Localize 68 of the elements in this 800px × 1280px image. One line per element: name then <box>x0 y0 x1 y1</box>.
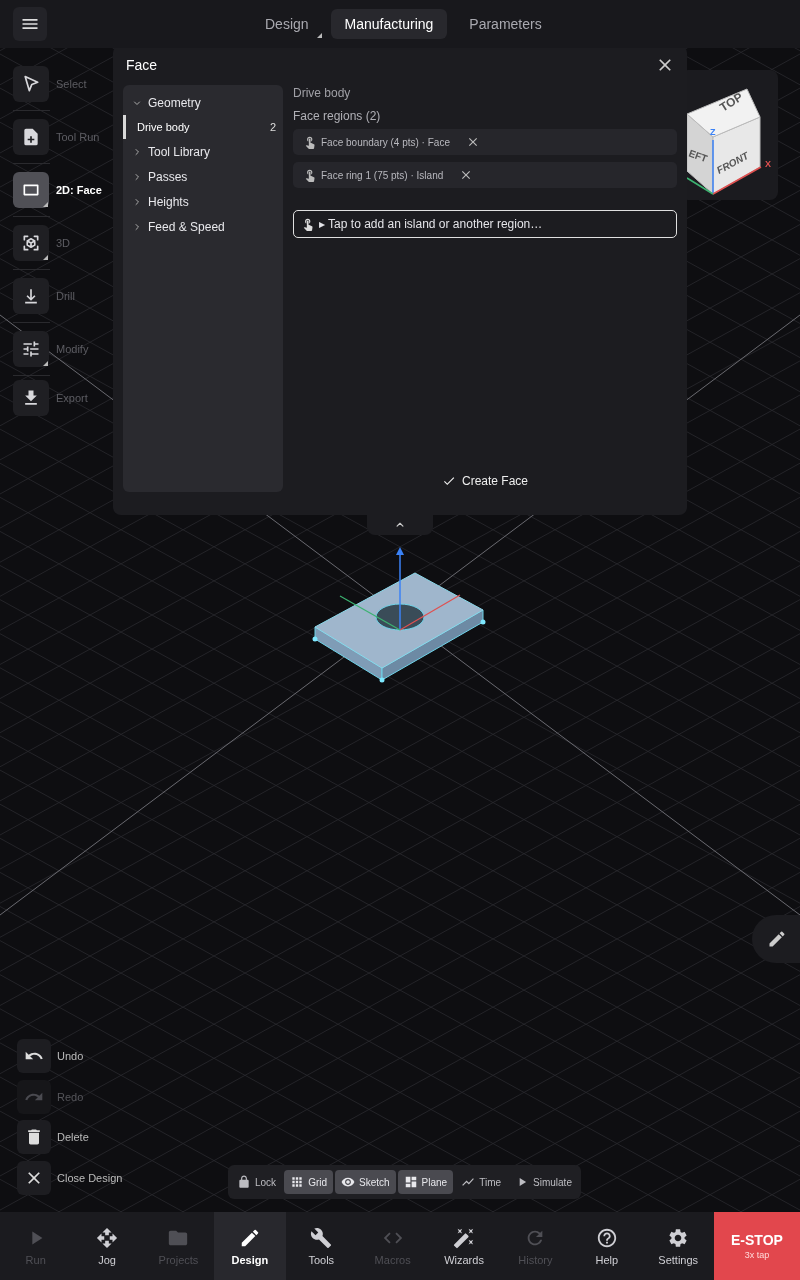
toolbar-button[interactable]: Time <box>455 1170 508 1194</box>
tool-label: 2D: Face <box>56 184 102 196</box>
tool-button[interactable] <box>13 66 49 102</box>
touch-icon <box>303 168 317 182</box>
region-input-field[interactable]: ▸ Tap to add an island or another region… <box>293 210 677 238</box>
tool-label: Select <box>56 78 87 90</box>
touch-icon <box>301 217 315 231</box>
pencil-icon <box>767 929 787 949</box>
menu-button[interactable] <box>13 7 47 41</box>
body-name: Drive body <box>293 86 352 100</box>
tree-item[interactable]: Drive body 2 <box>123 115 283 139</box>
tool-label: Drill <box>56 290 75 302</box>
tool-label: Export <box>56 392 88 404</box>
emergency-stop-button[interactable]: E-STOP 3x tap <box>713 1212 800 1280</box>
tool-label: Tool Run <box>56 131 100 143</box>
tab[interactable]: Design <box>251 9 323 39</box>
move-arrows-icon <box>96 1226 119 1249</box>
lock-icon <box>237 1175 251 1189</box>
toolbar-button[interactable]: Grid <box>284 1170 334 1194</box>
tab[interactable]: Manufacturing <box>330 9 448 39</box>
tool-button[interactable] <box>13 331 49 367</box>
tool-label: 3D <box>56 237 71 249</box>
create-face-button[interactable]: Create Face <box>434 470 536 492</box>
action-button[interactable]: Close Design <box>17 1160 123 1195</box>
help-icon <box>595 1226 618 1249</box>
settings-icon <box>667 1226 690 1249</box>
dialog-title: Face <box>126 57 158 73</box>
cube-icon <box>21 233 41 253</box>
cursor-icon <box>21 74 41 94</box>
nav-item[interactable]: Help <box>571 1212 643 1280</box>
toolbar-button[interactable]: Sketch <box>335 1170 396 1194</box>
tree-item[interactable]: Feed & Speed <box>123 214 283 239</box>
toolbar-button[interactable]: Lock <box>231 1170 283 1194</box>
toolbar-button[interactable]: Simulate <box>509 1170 578 1194</box>
sliders-icon <box>21 339 41 359</box>
edit-button[interactable] <box>752 915 800 963</box>
nav-item[interactable]: Tools <box>285 1212 357 1280</box>
toolbar-button[interactable]: Plane <box>397 1170 454 1194</box>
section-heading: Face regions (2) <box>293 109 382 123</box>
tab[interactable]: Parameters <box>455 9 556 39</box>
layout-icon <box>403 1175 418 1189</box>
magic-wand-icon <box>453 1226 476 1249</box>
nav-item[interactable]: Jog <box>71 1212 143 1280</box>
tree-item[interactable]: Geometry <box>123 90 283 115</box>
nav-item[interactable]: Settings <box>642 1212 714 1280</box>
tool-button[interactable] <box>13 119 49 155</box>
count: 2 <box>269 121 276 133</box>
tree-item[interactable]: Tool Library <box>123 139 283 164</box>
tool-button[interactable] <box>13 380 49 416</box>
nav-item[interactable]: Design <box>214 1212 286 1280</box>
tool-button[interactable] <box>13 172 49 208</box>
tree-item-label: Drive body <box>137 121 190 133</box>
eye-icon <box>341 1175 356 1189</box>
tool-button[interactable] <box>13 278 49 314</box>
tool-button[interactable] <box>13 225 49 261</box>
region-label: Face ring 1 (75 pts) · Island <box>321 169 444 181</box>
touch-icon <box>303 135 317 149</box>
action-button[interactable]: Undo <box>17 1039 123 1073</box>
check-icon <box>442 474 456 488</box>
action-button[interactable]: Delete <box>17 1120 123 1154</box>
wrench-icon <box>310 1226 333 1249</box>
nav-item[interactable]: Wizards <box>428 1212 500 1280</box>
tree-item[interactable]: Heights <box>123 189 283 214</box>
region-label: Face boundary (4 pts) · Face <box>321 136 450 148</box>
tool-label: Modify <box>56 343 89 355</box>
tree-item[interactable]: Passes <box>123 164 283 189</box>
grid-icon <box>290 1175 305 1189</box>
file-add-icon <box>21 127 41 147</box>
